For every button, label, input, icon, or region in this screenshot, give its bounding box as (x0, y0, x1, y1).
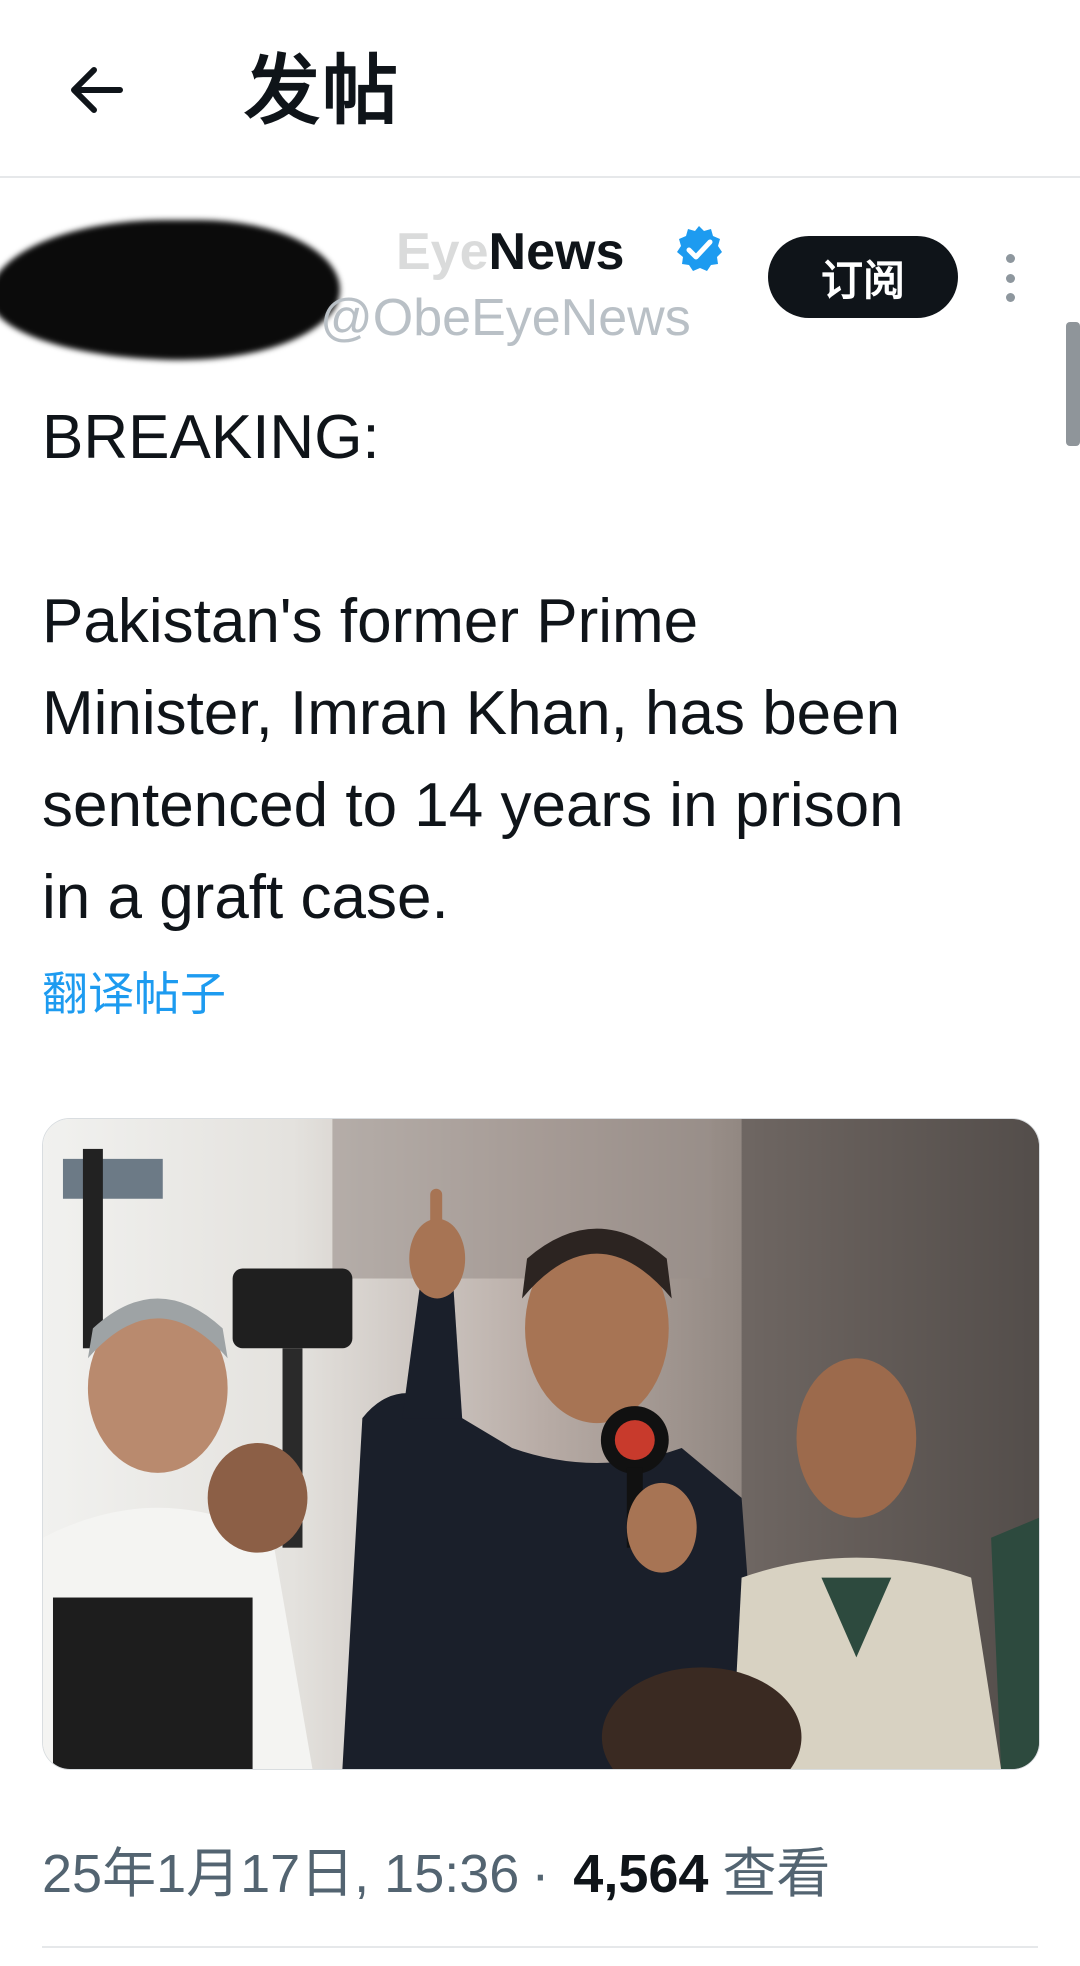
meta-separator: · (531, 1844, 550, 1904)
verified-badge-icon (677, 226, 722, 271)
view-count-label: 查看 (722, 1842, 831, 1905)
post-text: BREAKING: Pakistan's former Prime Minist… (42, 392, 1052, 944)
author-name-faded: Eye (396, 223, 489, 281)
translate-post-link[interactable]: 翻译帖子 (42, 964, 226, 1024)
post-photo[interactable] (42, 1118, 1040, 1770)
post-line: in a graft case. (42, 863, 449, 932)
redacted-avatar (0, 220, 340, 360)
arrow-left-icon (71, 67, 123, 113)
author-name-text: News (488, 223, 625, 281)
post-line: Minister, Imran Khan, has been (42, 679, 901, 748)
view-count: 4,564 (573, 1844, 709, 1904)
divider (42, 1946, 1038, 1948)
scrollbar-thumb[interactable] (1066, 322, 1080, 446)
author-name[interactable]: EyeNews (396, 222, 624, 282)
news-photo-image (43, 1119, 1039, 1769)
post-heading: BREAKING: (42, 403, 380, 472)
more-vertical-icon (1005, 254, 1015, 263)
subscribe-button[interactable]: 订阅 (768, 236, 958, 318)
more-options-button[interactable] (990, 246, 1030, 310)
author-row: EyeNews @ObeEyeNews 订阅 (0, 200, 1080, 360)
back-button[interactable] (54, 48, 138, 132)
post-meta: 25年1月17日, 15:36 · 4,564 查看 (42, 1842, 830, 1906)
top-bar: 发帖 (0, 0, 1080, 178)
post-detail-page: 发帖 EyeNews @ObeEyeNews 订阅 BREAKING: Paki… (0, 0, 1080, 1966)
page-title: 发帖 (244, 46, 400, 135)
post-line: Pakistan's former Prime (42, 587, 699, 656)
post-line: sentenced to 14 years in prison (42, 771, 904, 840)
author-handle[interactable]: @ObeEyeNews (320, 288, 691, 348)
post-timestamp[interactable]: 25年1月17日, 15:36 (42, 1842, 519, 1906)
